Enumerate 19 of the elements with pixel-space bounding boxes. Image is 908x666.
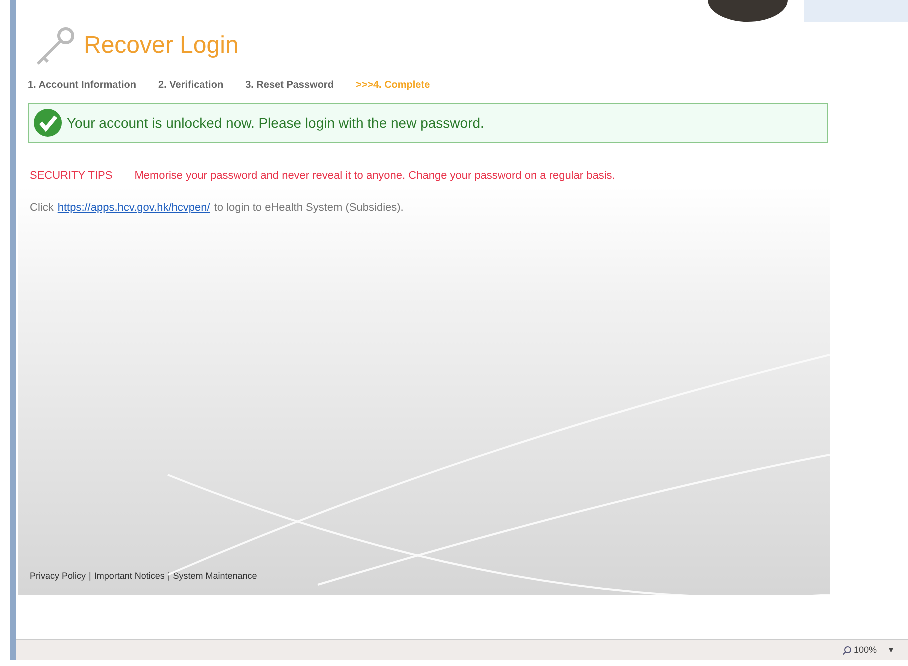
footer-link[interactable]: System Maintenance bbox=[173, 571, 258, 581]
login-link[interactable]: https://apps.hcv.gov.hk/hcvpen/ bbox=[58, 202, 210, 214]
click-text: Click bbox=[30, 202, 54, 214]
login-text: to login to eHealth System (Subsidies). bbox=[214, 202, 404, 214]
step-label: 2. Verification bbox=[158, 80, 224, 91]
separator: | bbox=[89, 571, 92, 581]
footer-link[interactable]: Important Notices bbox=[94, 571, 165, 581]
check-icon bbox=[33, 108, 63, 138]
zoom-dropdown[interactable]: ▾ bbox=[889, 645, 894, 655]
tips-text: Memorise your password and never reveal it to anyone. Change your password on a regular basis. bbox=[134, 170, 616, 182]
zoom-level[interactable]: 100% bbox=[854, 645, 877, 655]
step-label: >>>4. Complete bbox=[356, 80, 430, 91]
page-title: Recover Login bbox=[84, 32, 239, 60]
step-label: 3. Reset Password bbox=[246, 80, 334, 91]
message-text: Your account is unlocked now. Please login with the new password. bbox=[67, 115, 484, 131]
step-label: 1. Account Information bbox=[28, 80, 137, 91]
zoom-icon bbox=[842, 646, 852, 654]
tips-label: SECURITY TIPS bbox=[30, 170, 113, 182]
footer-link[interactable]: Privacy Policy bbox=[30, 571, 86, 581]
